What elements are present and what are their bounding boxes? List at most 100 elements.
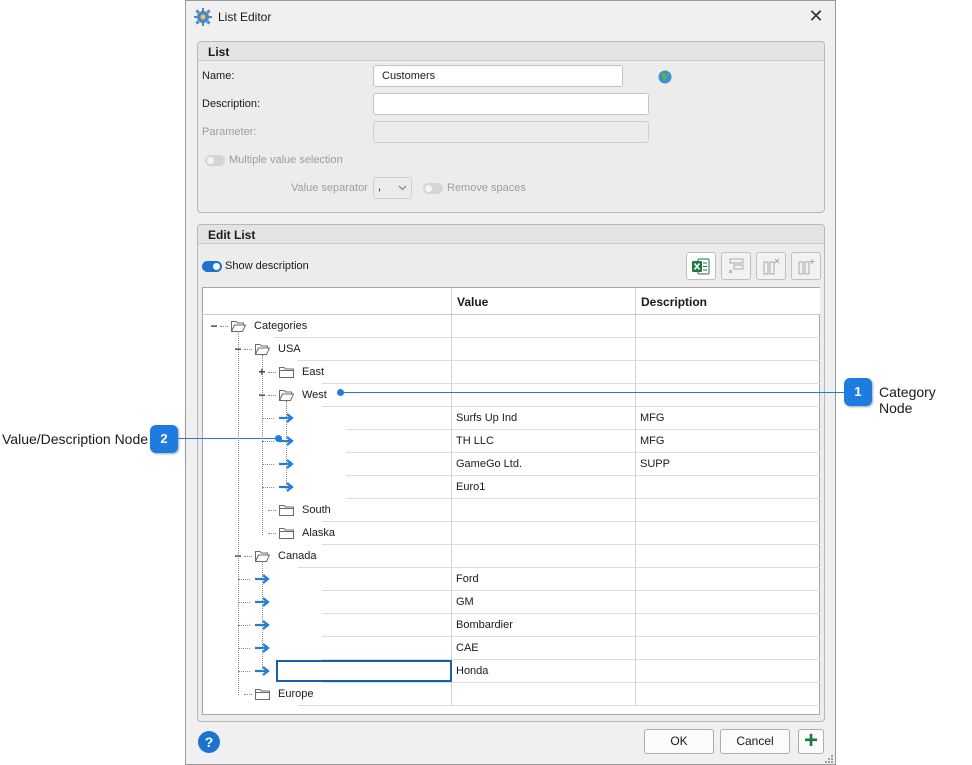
list-tree-grid[interactable]: Value Description − Categories − USA + East − W… bbox=[202, 287, 820, 715]
row-divider bbox=[274, 337, 452, 338]
show-description-toggle[interactable] bbox=[202, 261, 222, 272]
row-divider bbox=[452, 475, 820, 476]
tree-connector bbox=[268, 395, 276, 396]
value-column-header[interactable]: Value bbox=[452, 288, 636, 315]
cancel-button[interactable]: Cancel bbox=[720, 729, 790, 754]
callout-2-text: Value/Description Node bbox=[2, 431, 149, 447]
remove-column-icon bbox=[763, 258, 780, 275]
tree-connector bbox=[220, 326, 228, 327]
parameter-label: Parameter: bbox=[202, 126, 257, 138]
row-divider bbox=[452, 521, 820, 522]
description-cell[interactable]: MFG bbox=[640, 412, 664, 424]
folder-icon bbox=[279, 528, 294, 539]
tree-node-categories[interactable]: Categories bbox=[254, 320, 307, 332]
value-cell[interactable]: GM bbox=[456, 596, 474, 608]
row-divider bbox=[322, 682, 452, 683]
row-divider bbox=[322, 383, 452, 384]
tree-connector bbox=[268, 372, 276, 373]
help-button[interactable]: ? bbox=[198, 731, 220, 753]
show-description-label: Show description bbox=[225, 260, 309, 272]
row-divider bbox=[452, 613, 820, 614]
value-cell[interactable]: Surfs Up Ind bbox=[456, 412, 517, 424]
row-divider bbox=[322, 613, 452, 614]
row-divider bbox=[452, 498, 820, 499]
description-cell[interactable]: MFG bbox=[640, 435, 664, 447]
title-bar: List Editor ✕ bbox=[186, 1, 835, 32]
description-field[interactable] bbox=[373, 93, 649, 115]
name-field[interactable]: Customers bbox=[373, 65, 623, 87]
add-column-button[interactable] bbox=[791, 252, 821, 280]
remove-spaces-toggle[interactable] bbox=[423, 183, 443, 194]
tree-node-east[interactable]: East bbox=[302, 366, 324, 378]
tree-node-alaska[interactable]: Alaska bbox=[302, 527, 335, 539]
remove-row-button[interactable] bbox=[721, 252, 751, 280]
tree-connector bbox=[238, 331, 239, 695]
export-excel-button[interactable] bbox=[686, 252, 716, 280]
row-divider bbox=[322, 406, 452, 407]
value-cell[interactable]: GameGo Ltd. bbox=[456, 458, 522, 470]
excel-icon bbox=[692, 258, 710, 275]
add-column-icon bbox=[798, 259, 815, 275]
tree-connector bbox=[268, 510, 276, 511]
row-divider bbox=[298, 705, 452, 706]
value-separator-label: Value separator bbox=[291, 182, 368, 194]
tree-node-usa[interactable]: USA bbox=[278, 343, 301, 355]
tree-node-europe[interactable]: Europe bbox=[278, 688, 313, 700]
description-cell[interactable]: SUPP bbox=[640, 458, 670, 470]
parameter-field[interactable] bbox=[373, 121, 649, 143]
list-editor-dialog: List Editor ✕ List Name: Customers Descr… bbox=[185, 0, 836, 765]
value-cell[interactable]: Bombardier bbox=[456, 619, 513, 631]
edit-list-group: Edit List Show description Value Descrip… bbox=[197, 224, 825, 722]
tree-connector bbox=[238, 671, 250, 672]
callout-2-anchor bbox=[275, 435, 282, 442]
multiple-value-toggle[interactable] bbox=[205, 155, 225, 166]
selected-cell[interactable] bbox=[276, 660, 452, 682]
callout-1-badge: 1 bbox=[844, 378, 872, 406]
row-divider bbox=[452, 337, 820, 338]
row-divider bbox=[452, 452, 820, 453]
resize-grip-icon[interactable] bbox=[824, 754, 834, 764]
value-cell[interactable]: TH LLC bbox=[456, 435, 494, 447]
tree-node-west[interactable]: West bbox=[302, 389, 327, 401]
row-divider bbox=[452, 360, 820, 361]
callout-2-line bbox=[178, 438, 278, 439]
row-divider bbox=[298, 567, 452, 568]
row-divider bbox=[452, 659, 820, 660]
globe-icon[interactable] bbox=[658, 70, 672, 84]
multiple-value-label: Multiple value selection bbox=[229, 154, 343, 166]
tree-node-south[interactable]: South bbox=[302, 504, 331, 516]
folder-icon bbox=[279, 505, 294, 516]
value-cell[interactable]: Honda bbox=[456, 665, 488, 677]
tree-connector bbox=[244, 556, 252, 557]
row-divider bbox=[322, 590, 452, 591]
value-cell[interactable]: Ford bbox=[456, 573, 479, 585]
callout-1-line bbox=[340, 392, 846, 393]
folder-icon bbox=[279, 367, 294, 378]
ok-button[interactable]: OK bbox=[644, 729, 714, 754]
tree-node-canada[interactable]: Canada bbox=[278, 550, 317, 562]
window-title: List Editor bbox=[218, 10, 272, 24]
column-divider bbox=[451, 315, 452, 706]
collapse-icon[interactable]: − bbox=[209, 320, 219, 332]
add-button[interactable]: + bbox=[798, 729, 824, 754]
tree-connector bbox=[238, 579, 250, 580]
close-button[interactable]: ✕ bbox=[805, 6, 827, 26]
description-column-header[interactable]: Description bbox=[636, 288, 820, 315]
tree-connector bbox=[262, 464, 274, 465]
tree-connector bbox=[268, 533, 276, 534]
list-group-header: List bbox=[198, 42, 824, 61]
remove-spaces-label: Remove spaces bbox=[447, 182, 526, 194]
value-separator-select[interactable]: , bbox=[373, 177, 412, 199]
value-cell[interactable]: Euro1 bbox=[456, 481, 485, 493]
tree-connector bbox=[262, 487, 274, 488]
chevron-down-icon bbox=[398, 185, 407, 191]
remove-column-button[interactable] bbox=[756, 252, 786, 280]
row-divider bbox=[346, 429, 452, 430]
tree-connector bbox=[238, 648, 250, 649]
tree-column-header[interactable] bbox=[203, 288, 452, 315]
tree-connector bbox=[238, 625, 250, 626]
row-divider bbox=[452, 705, 820, 706]
row-divider bbox=[452, 429, 820, 430]
tree-connector bbox=[238, 602, 250, 603]
value-cell[interactable]: CAE bbox=[456, 642, 479, 654]
